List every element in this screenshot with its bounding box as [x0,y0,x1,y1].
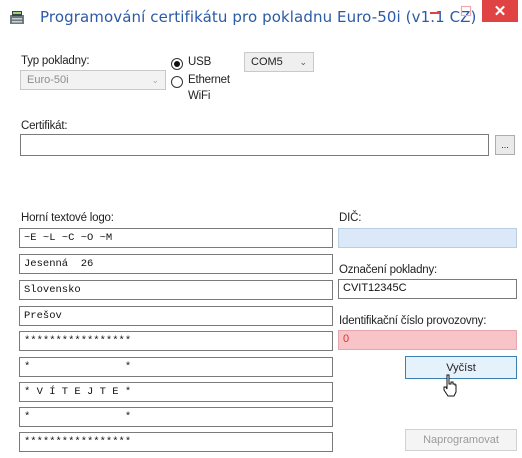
logo-line-6[interactable]: * * [19,357,333,377]
read-button[interactable]: Vyčíst [405,356,517,379]
logo-line-7[interactable]: * V Í T E J T E * [19,382,333,402]
certificate-path-field[interactable] [20,134,489,156]
minimize-icon [430,12,440,14]
window-title: Programování certifikátu pro pokladnu Eu… [40,8,477,26]
premises-id-label: Identifikační číslo provozovny: [339,315,487,327]
premises-id-field[interactable]: 0 [338,330,517,350]
vat-id-label: DIČ: [339,212,362,224]
logo-line-9[interactable]: ***************** [19,432,333,452]
register-type-label: Typ pokladny: [21,55,90,67]
register-id-label: Označení pokladny: [339,264,438,276]
ethernet-wifi-radio[interactable] [171,76,183,88]
logo-line-4[interactable]: Prešov [19,306,333,326]
logo-line-3[interactable]: Slovensko [19,280,333,300]
ethernet-radio-label: Ethernet [188,74,230,86]
logo-line-1[interactable]: ~E ~L ~C ~O ~M [19,228,333,248]
certificate-label: Certifikát: [21,120,68,132]
register-type-select[interactable]: Euro-50i ⌄ [20,70,166,90]
program-button[interactable]: Naprogramovat [405,429,517,451]
close-icon: ✕ [493,3,507,20]
maximize-icon [460,5,472,17]
vat-id-field[interactable] [338,228,517,248]
minimize-button[interactable] [420,0,450,22]
wifi-radio-label: WiFi [188,90,211,102]
title-bar: Programování certifikátu pro pokladnu Eu… [0,0,522,36]
maximize-button[interactable] [451,0,481,22]
logo-line-8[interactable]: * * [19,407,333,427]
usb-radio-label: USB [188,56,212,68]
main-window: Programování certifikátu pro pokladnu Eu… [0,0,522,458]
register-id-field[interactable]: CVIT12345C [338,279,517,299]
com-port-select[interactable]: COM5 ⌄ [244,52,314,72]
chevron-down-icon: ⌄ [151,75,159,85]
radio-selected-dot [174,61,180,67]
logo-line-2[interactable]: Jesenná 26 [19,254,333,274]
chevron-down-icon: ⌄ [299,57,307,67]
close-button[interactable]: ✕ [482,0,518,22]
com-port-value: COM5 [251,56,283,68]
usb-radio[interactable] [171,58,183,70]
app-icon [9,9,25,25]
register-type-value: Euro-50i [27,74,69,86]
logo-line-5[interactable]: ***************** [19,331,333,351]
browse-button[interactable]: ... [495,135,515,155]
hand-cursor-icon [443,374,457,397]
header-logo-label: Horní textové logo: [21,212,114,224]
